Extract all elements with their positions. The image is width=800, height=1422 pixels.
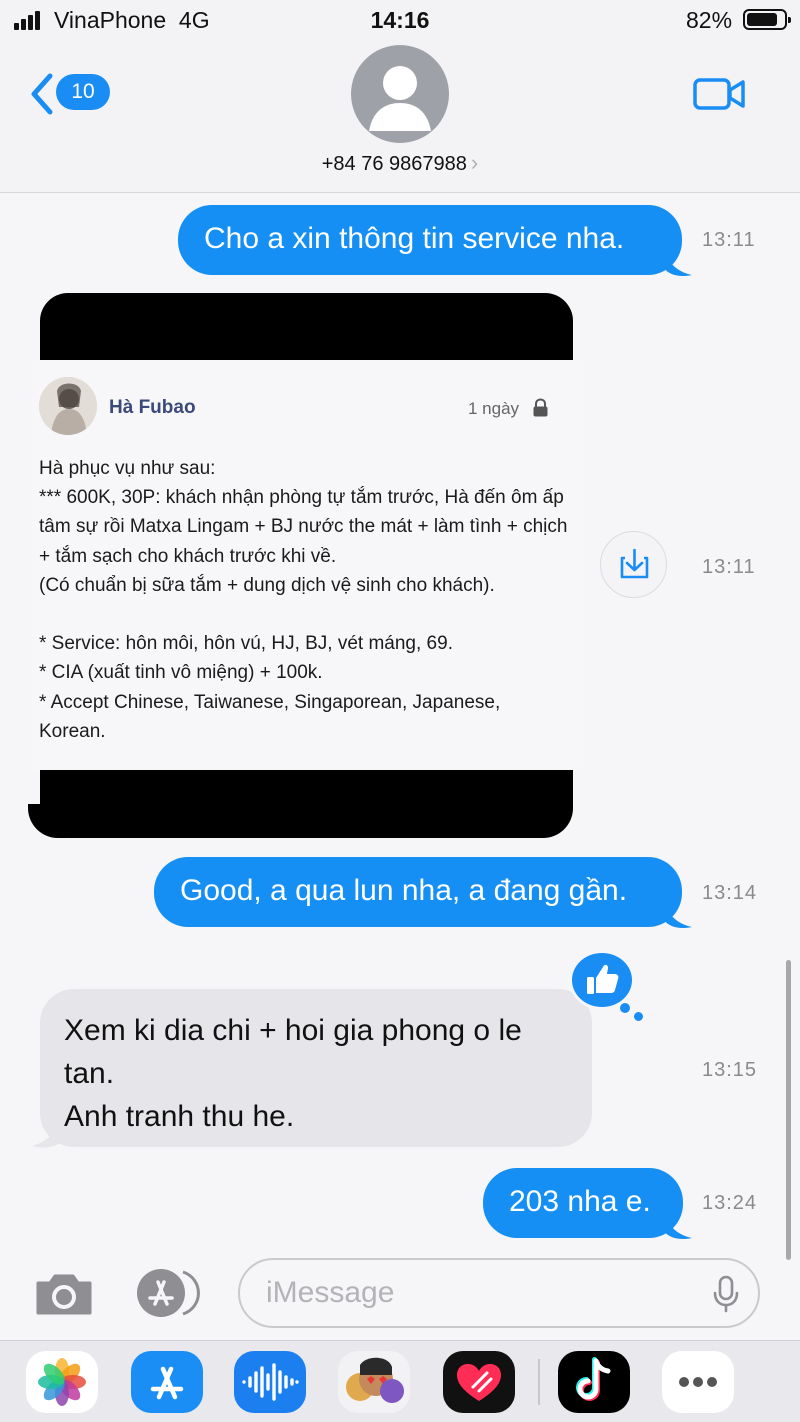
- outgoing-message[interactable]: Good, a qua lun nha, a đang gần.: [154, 857, 682, 927]
- message-input[interactable]: [238, 1258, 760, 1328]
- post-age: 1 ngày: [468, 399, 520, 418]
- app-store-icon[interactable]: [133, 1268, 205, 1318]
- tapback-tail: [618, 1001, 632, 1015]
- scrollbar[interactable]: [786, 960, 791, 1260]
- redaction-bar: [40, 770, 573, 838]
- contact-avatar[interactable]: [351, 45, 449, 143]
- more-icon[interactable]: [662, 1351, 734, 1413]
- message-line: tan.: [64, 1057, 115, 1090]
- tapback-tail: [634, 1012, 643, 1021]
- digital-touch-icon[interactable]: [443, 1351, 515, 1413]
- memoji-icon[interactable]: [338, 1351, 410, 1413]
- message-timestamp: 13:11: [702, 556, 756, 578]
- screenshot-attachment[interactable]: Hà Fubao 1 ngày Hà phục vụ như sau: *** …: [32, 360, 577, 770]
- status-bar: VinaPhone 4G 14:16 82%: [0, 0, 800, 42]
- microphone-icon[interactable]: [712, 1275, 740, 1313]
- contact-phone-number[interactable]: +84 76 9867988 ›: [0, 150, 800, 176]
- bubble-tail: [664, 1211, 692, 1240]
- lock-icon: [533, 398, 548, 417]
- chevron-left-icon: [31, 73, 53, 115]
- unread-count-badge: 10: [56, 74, 110, 110]
- battery-icon: [743, 9, 791, 30]
- message-timestamp: 13:24: [702, 1192, 758, 1214]
- tiktok-icon[interactable]: [558, 1351, 630, 1413]
- message-line: Anh tranh thu he.: [64, 1100, 295, 1133]
- person-icon: [369, 66, 431, 131]
- bubble-tail: [664, 900, 692, 929]
- bubble-tail: [664, 248, 692, 277]
- message-timestamp: 13:14: [702, 882, 758, 904]
- status-time: 14:16: [370, 7, 430, 33]
- chevron-right-icon: ›: [470, 150, 479, 175]
- incoming-message[interactable]: Xem ki dia chi + hoi gia phong o le tan.…: [40, 989, 592, 1147]
- save-image-button[interactable]: [600, 531, 667, 598]
- screenshot-text: Hà phục vụ như sau: *** 600K, 30P: khách…: [39, 458, 568, 742]
- imessage-app-drawer: [0, 1340, 800, 1422]
- download-icon: [620, 548, 649, 579]
- photos-icon[interactable]: [26, 1351, 98, 1413]
- drawer-divider: [538, 1359, 540, 1405]
- audio-waveform-icon[interactable]: [234, 1351, 306, 1413]
- outgoing-message[interactable]: 203 nha e.: [483, 1168, 683, 1238]
- profile-photo: [39, 377, 97, 435]
- redaction-bar: [40, 293, 573, 360]
- thumbs-up-icon: [587, 964, 619, 994]
- message-timestamp: 13:11: [702, 229, 756, 251]
- bubble-tail: [28, 804, 68, 838]
- message-line: Xem ki dia chi + hoi gia phong o le: [64, 1014, 522, 1047]
- app-store-app-icon[interactable]: [131, 1351, 203, 1413]
- profile-name: Hà Fubao: [109, 397, 196, 418]
- video-call-icon[interactable]: [692, 74, 746, 114]
- back-button[interactable]: 10: [28, 70, 114, 118]
- message-timestamp: 13:15: [702, 1059, 758, 1081]
- camera-icon[interactable]: [34, 1271, 94, 1317]
- outgoing-message[interactable]: Cho a xin thông tin service nha.: [178, 205, 682, 275]
- battery-percent: 82%: [686, 7, 733, 33]
